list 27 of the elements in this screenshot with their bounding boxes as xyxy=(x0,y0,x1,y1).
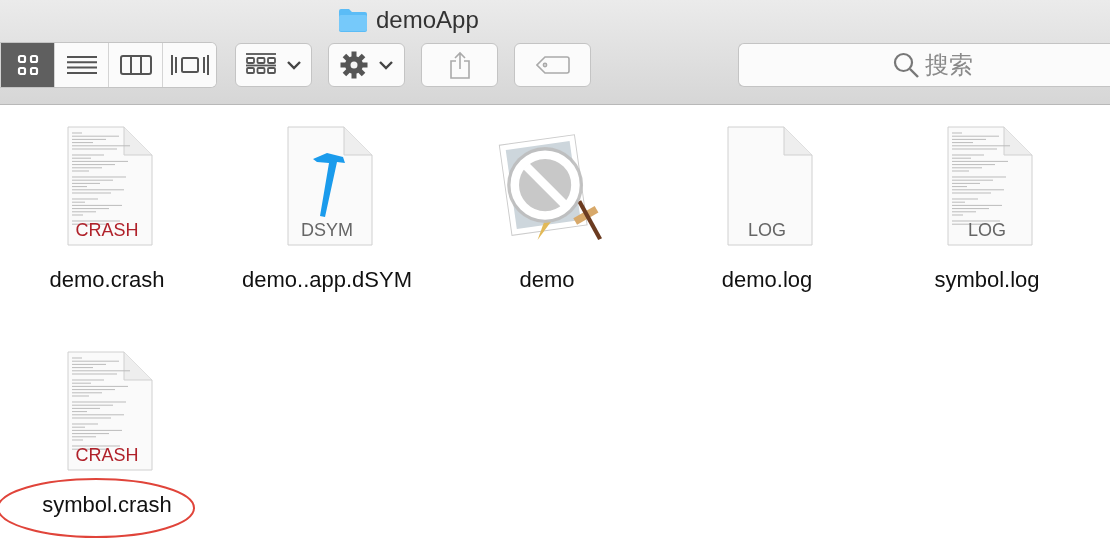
file-type-label: LOG xyxy=(967,220,1007,241)
file-type-label: CRASH xyxy=(74,220,140,241)
file-name[interactable]: demo..app.dSYM xyxy=(242,267,412,293)
list-view-icon xyxy=(66,55,97,75)
file-type-label: DSYM xyxy=(300,220,354,241)
view-mode-button[interactable] xyxy=(162,43,216,87)
search-field[interactable]: 搜索 xyxy=(738,43,1110,87)
window-title: demoApp xyxy=(376,6,479,34)
settings-icon xyxy=(339,51,368,79)
file-name[interactable]: demo.log xyxy=(721,267,813,293)
file-name[interactable]: demo xyxy=(519,267,575,293)
file-type-label: CRASH xyxy=(74,445,140,466)
folder-icon xyxy=(338,8,368,32)
view-mode-button[interactable] xyxy=(0,43,54,87)
tag-icon xyxy=(535,56,570,74)
caret-icon xyxy=(285,60,302,70)
file-name[interactable]: symbol.log xyxy=(934,267,1040,293)
file-type-label: LOG xyxy=(747,220,787,241)
grid-icon xyxy=(245,53,276,77)
share-icon xyxy=(448,51,471,79)
column-view-icon xyxy=(119,55,152,75)
gallery-view-icon xyxy=(170,54,209,76)
file-name[interactable]: demo.crash xyxy=(49,267,165,293)
caret-icon xyxy=(377,60,394,70)
toolbar-button[interactable] xyxy=(328,43,405,87)
icon-view-icon xyxy=(16,54,39,76)
toolbar-button[interactable] xyxy=(235,43,312,87)
